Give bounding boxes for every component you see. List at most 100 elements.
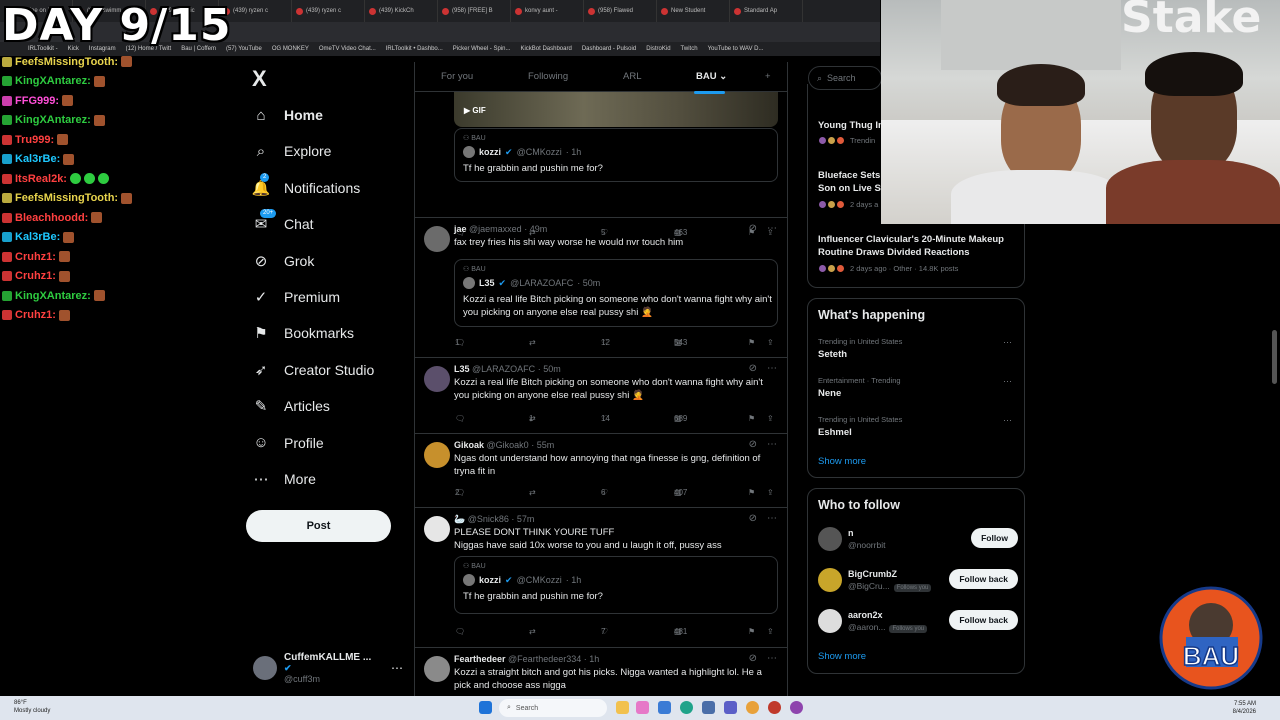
trend-item[interactable]: Entertainment · Trending Nene ⋯	[808, 376, 1024, 406]
more-icon[interactable]: ⋯	[391, 661, 403, 675]
nav-item-more[interactable]: ⋯ More	[252, 464, 316, 494]
bookmark-icon[interactable]: ⚑	[748, 627, 755, 636]
more-icon[interactable]: ⋯	[767, 653, 777, 664]
grok-icon[interactable]: ⊘	[749, 513, 757, 524]
grok-icon[interactable]: ⊘	[749, 223, 757, 234]
avatar[interactable]	[818, 568, 842, 592]
show-more-link[interactable]: Show more	[818, 456, 866, 467]
chrome-icon[interactable]	[746, 701, 759, 714]
bookmark-icon[interactable]: ⚑	[748, 488, 755, 497]
app-icon[interactable]	[636, 701, 649, 714]
tweet[interactable]: Fearthedeer @Fearthedeer334 · 1h ⊘ ⋯ Kozzi …	[415, 648, 787, 696]
tweet-author-name[interactable]: 🦢	[454, 514, 465, 524]
tweet-author-handle[interactable]: @jaemaxxed	[469, 224, 522, 234]
tweet-time[interactable]: · 57m	[511, 514, 534, 524]
suggestion-name[interactable]: n	[848, 528, 854, 538]
page-scrollbar[interactable]	[1272, 330, 1277, 384]
grok-icon[interactable]: ⊘	[749, 653, 757, 664]
follow-button[interactable]: Follow	[971, 528, 1018, 548]
nav-item-profile[interactable]: ☺ Profile	[252, 428, 323, 458]
bookmark-item[interactable]: DistroKid	[646, 46, 670, 52]
show-more-link[interactable]: Show more	[818, 651, 866, 662]
tweet-author-name[interactable]: Fearthedeer	[454, 654, 506, 664]
tweet-time[interactable]: · 55m	[531, 440, 554, 450]
nav-item-notifications[interactable]: 🔔 2 Notifications	[252, 172, 360, 203]
share-icon[interactable]: ⇪	[767, 414, 774, 423]
tweet-author-name[interactable]: jae	[454, 224, 467, 234]
bookmark-icon[interactable]: ⚑	[748, 338, 755, 347]
browser-tab[interactable]: (439) ryzen c	[292, 0, 365, 22]
more-icon[interactable]: ⋯	[1003, 376, 1012, 387]
tweet-author-name[interactable]: L35	[454, 364, 470, 374]
avatar[interactable]	[424, 656, 450, 682]
more-icon[interactable]: ⋯	[767, 223, 777, 234]
bookmark-item[interactable]: Twitch	[681, 46, 698, 52]
tweet-author-handle[interactable]: @Fearthedeer334	[508, 654, 581, 664]
avatar[interactable]	[424, 226, 450, 252]
tweet-author-handle[interactable]: @LARAZOAFC	[472, 364, 535, 374]
taskbar-search[interactable]: ⌕ Search	[499, 699, 607, 717]
taskbar-clock[interactable]: 7:55 AM 8/4/2026	[1233, 700, 1256, 716]
nav-item-chat[interactable]: ✉ 20+ Chat	[252, 209, 314, 239]
more-icon[interactable]: ⋯	[1003, 337, 1012, 348]
bookmark-item[interactable]: Picker Wheel - Spin...	[453, 46, 511, 52]
suggestion-name[interactable]: BigCrumbZ	[848, 569, 897, 579]
file-explorer-icon[interactable]	[616, 701, 629, 714]
tweet-time[interactable]: · 49m	[524, 224, 547, 234]
avatar[interactable]	[424, 516, 450, 542]
gif-media[interactable]: ▶ GIF	[454, 92, 778, 127]
browser-tab[interactable]: New Student	[657, 0, 730, 22]
tweet[interactable]: jae @jaemaxxed · 49m ⊘ ⋯ fax trey fries his…	[415, 218, 787, 358]
edge-icon[interactable]	[680, 701, 693, 714]
app-icon[interactable]	[658, 701, 671, 714]
tweet-author-handle[interactable]: @Gikoak0	[487, 440, 529, 450]
nav-item-articles[interactable]: ✎ Articles	[252, 391, 330, 421]
timeline-tab[interactable]: ARL	[623, 71, 641, 82]
browser-tab[interactable]: Standard Ap	[730, 0, 803, 22]
weather-widget[interactable]: 86°F Mostly cloudy	[14, 699, 50, 715]
timeline[interactable]: For you Following ARL BAU ⌄ + ▶ GIF ⚇ BAU kozz…	[414, 62, 788, 696]
share-icon[interactable]: ⇪	[767, 488, 774, 497]
quoted-tweet[interactable]: ⚇ BAU kozzi ✔ @CMKozzi · 1h Tf he grabbin and…	[454, 556, 778, 614]
avatar[interactable]	[818, 609, 842, 633]
windows-start-icon[interactable]	[479, 701, 492, 714]
browser-tab[interactable]: (958) [FREE] B	[438, 0, 511, 22]
avatar[interactable]	[818, 527, 842, 551]
app-icon[interactable]	[702, 701, 715, 714]
news-headline[interactable]: Influencer Clavicular's 20-Minute Makeup…	[818, 234, 1018, 259]
tweet-author-name[interactable]: Gikoak	[454, 440, 484, 450]
tweet[interactable]: 🦢 @Snick86 · 57m ⊘ ⋯ PLEASE DONT THINK YOUR…	[415, 508, 787, 648]
bookmark-item[interactable]: IRLToolkit • Dashbo...	[386, 46, 443, 52]
post-button[interactable]: Post	[246, 510, 391, 542]
browser-tab[interactable]: (958) Flawed	[584, 0, 657, 22]
nav-item-premium[interactable]: ✓ Premium	[252, 282, 340, 312]
tweet-author-handle[interactable]: @Snick86	[468, 514, 509, 524]
share-icon[interactable]: ⇪	[767, 627, 774, 636]
timeline-tab[interactable]: BAU ⌄	[693, 71, 727, 94]
bookmark-item[interactable]: YouTube to WAV D...	[708, 46, 764, 52]
bookmark-item[interactable]: KickBot Dashboard	[520, 46, 571, 52]
avatar[interactable]	[424, 442, 450, 468]
more-icon[interactable]: ⋯	[767, 439, 777, 450]
follow-suggestion[interactable]: BigCrumbZ @BigCru... Follows you Follow bac…	[818, 568, 1018, 594]
follow-button[interactable]: Follow back	[949, 569, 1018, 589]
quoted-tweet[interactable]: ⚇ BAU L35 ✔ @LARAZOAFC · 50m Kozzi a real lif…	[454, 259, 778, 327]
x-logo[interactable]: X	[252, 66, 267, 92]
quoted-tweet[interactable]: ⚇ BAU kozzi ✔ @CMKozzi · 1h Tf he grabbin and…	[454, 128, 778, 182]
grok-icon[interactable]: ⊘	[749, 439, 757, 450]
follow-button[interactable]: Follow back	[949, 610, 1018, 630]
timeline-tab[interactable]: Following	[528, 71, 568, 82]
nav-item-explore[interactable]: ⌕ Explore	[252, 136, 332, 166]
more-icon[interactable]: ⋯	[767, 513, 777, 524]
tweet-time[interactable]: · 1h	[584, 654, 600, 664]
tweet[interactable]: Gikoak @Gikoak0 · 55m ⊘ ⋯ Ngas dont underst…	[415, 434, 787, 508]
more-icon[interactable]: ⋯	[1003, 415, 1012, 426]
more-icon[interactable]: ⋯	[767, 363, 777, 374]
share-icon[interactable]: ⇪	[767, 338, 774, 347]
tweet[interactable]: L35 @LARAZOAFC · 50m ⊘ ⋯ Kozzi a real life …	[415, 358, 787, 434]
suggestion-name[interactable]: aaron2x	[848, 610, 883, 620]
timeline-tab[interactable]: For you	[441, 71, 473, 82]
bookmark-item[interactable]: Dashboard - Pulsoid	[582, 46, 636, 52]
follow-suggestion[interactable]: n @noorrbit Follow	[818, 527, 1018, 553]
trend-item[interactable]: Trending in United States Eshmel ⋯	[808, 415, 1024, 445]
